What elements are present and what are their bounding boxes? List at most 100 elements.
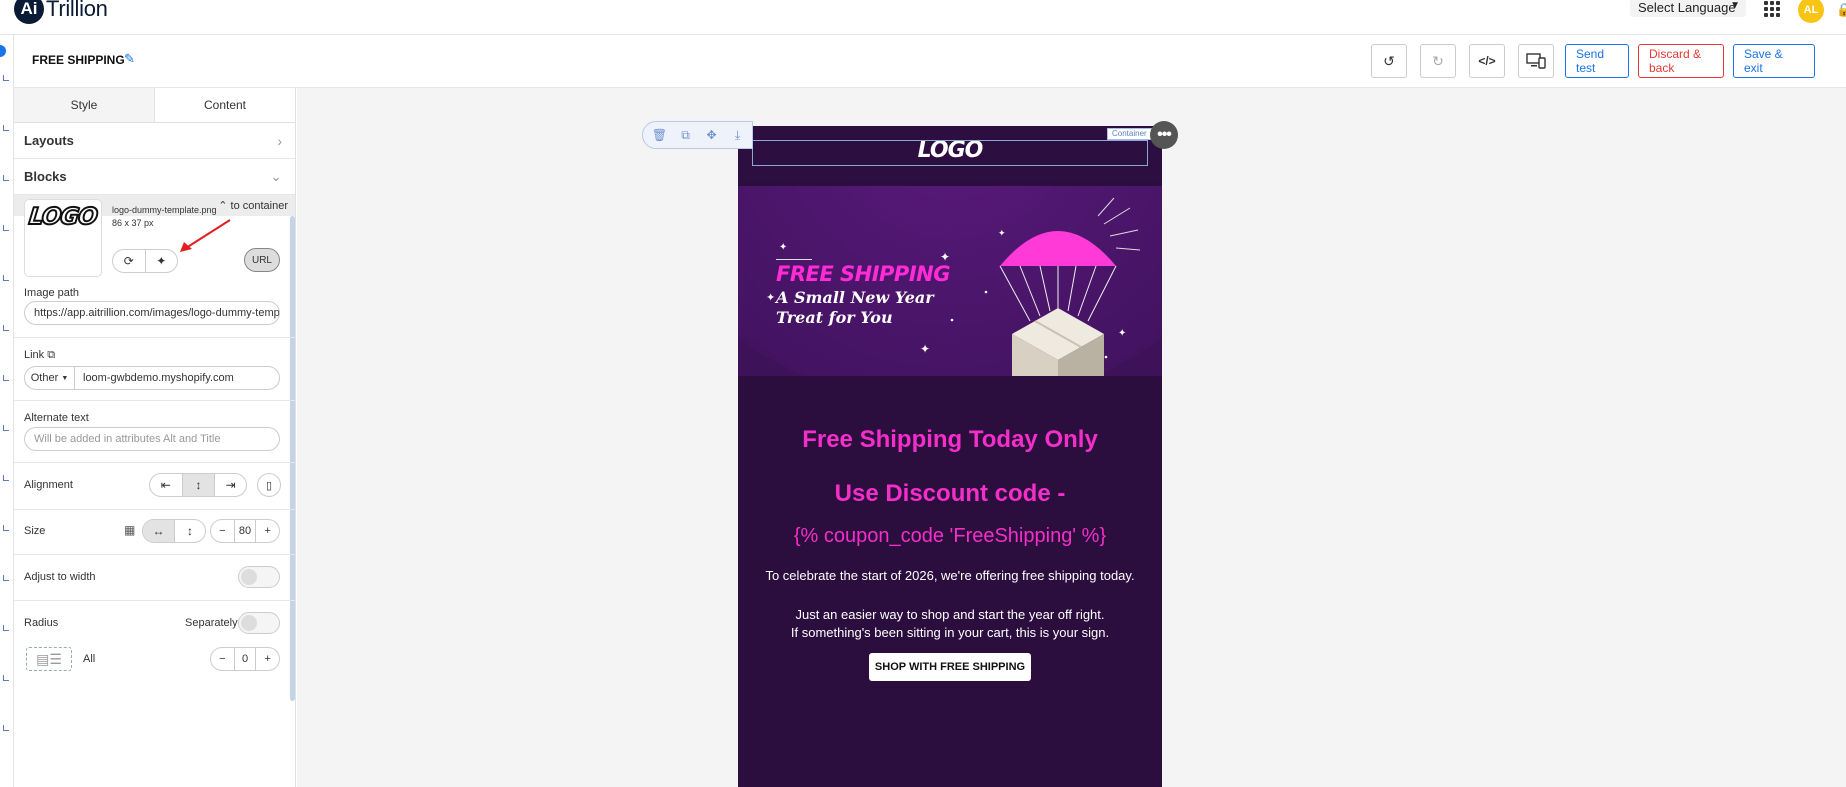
plus-button[interactable]: +: [256, 520, 279, 542]
caret-down-icon: ▼: [61, 374, 69, 382]
svg-text:✦: ✦: [998, 229, 1006, 239]
container-tag[interactable]: Container: [1107, 128, 1152, 140]
nav-icon[interactable]: [3, 475, 9, 481]
link-type-select[interactable]: Other ▼: [25, 367, 75, 389]
svg-text:✦: ✦: [779, 242, 787, 253]
save-exit-button[interactable]: Save & exit: [1733, 44, 1815, 78]
file-dimensions: 86 x 37 px: [112, 218, 154, 228]
coupon-code[interactable]: {% coupon_code 'FreeShipping' %}: [738, 525, 1162, 548]
copy-icon[interactable]: ⧉: [47, 349, 55, 361]
download-icon[interactable]: ⤓: [729, 127, 746, 144]
url-button[interactable]: URL: [244, 248, 280, 272]
blocks-section[interactable]: Blocks ⌄: [14, 159, 295, 195]
nav-icon[interactable]: [3, 575, 9, 581]
align-right-icon[interactable]: ⇥: [214, 474, 246, 496]
size-label: Size: [24, 525, 46, 537]
align-center-icon[interactable]: ↕: [181, 474, 215, 496]
separately-toggle[interactable]: [238, 612, 280, 634]
file-name: logo-dummy-template.png: [112, 205, 217, 215]
block-toolbar: 🗑 ⧉ ✥ ⤓: [642, 121, 753, 149]
page-title: FREE SHIPPING: [32, 53, 125, 67]
radius-label: Radius: [24, 617, 59, 629]
tab-content[interactable]: Content: [155, 88, 295, 122]
email-headline[interactable]: Free Shipping Today Only: [738, 426, 1162, 454]
language-select[interactable]: Select Language ▼: [1630, 0, 1746, 17]
avatar[interactable]: AL: [1798, 0, 1824, 23]
pencil-icon[interactable]: ✎: [124, 51, 135, 67]
language-select-label: Select Language: [1638, 0, 1736, 15]
link-label-text: Link: [24, 349, 45, 361]
nav-icon[interactable]: [3, 725, 9, 731]
duplicate-icon[interactable]: ⧉: [677, 127, 694, 144]
top-bar: Ai Trillion Select Language ▼ AL 🔒: [0, 0, 1846, 35]
separately-label: Separately: [185, 617, 238, 629]
scrollbar[interactable]: [290, 216, 295, 701]
image-thumbnail[interactable]: LOGO: [24, 199, 102, 277]
redo-button[interactable]: ↻: [1420, 44, 1456, 78]
trash-icon[interactable]: 🗑: [651, 127, 668, 144]
more-options-icon[interactable]: •••: [1150, 121, 1178, 149]
email-body-text[interactable]: Just an easier way to shop and start the…: [738, 607, 1162, 622]
image-path-input[interactable]: https://app.aitrillion.com/images/logo-d…: [24, 301, 280, 325]
discard-back-button[interactable]: Discard & back: [1638, 44, 1724, 78]
adjust-width-toggle[interactable]: [238, 566, 280, 588]
nav-active-dot[interactable]: [0, 45, 6, 57]
tab-style[interactable]: Style: [14, 88, 155, 122]
email-header-row[interactable]: LOGO Container: [738, 126, 1162, 182]
link-url-input[interactable]: loom-gwbdemo.myshopify.com: [75, 367, 279, 389]
height-arrows-icon[interactable]: ↕: [174, 520, 205, 542]
svg-text:✦: ✦: [766, 291, 775, 304]
email-body-text[interactable]: To celebrate the start of 2026, we're of…: [738, 568, 1162, 583]
nav-icon[interactable]: [3, 625, 9, 631]
shop-cta-button[interactable]: SHOP WITH FREE SHIPPING: [869, 653, 1031, 681]
minus-button[interactable]: −: [211, 648, 234, 670]
size-mode-group: ↔ ↕: [142, 519, 206, 543]
nav-icon[interactable]: [3, 225, 9, 231]
undo-button[interactable]: ↺: [1371, 44, 1407, 78]
alt-text-input[interactable]: Will be added in attributes Alt and Titl…: [24, 427, 280, 451]
nav-icon[interactable]: [3, 125, 9, 131]
nav-icon[interactable]: [3, 175, 9, 181]
nav-icon[interactable]: [3, 275, 9, 281]
hero-banner[interactable]: FREE SHIPPING A Small New Year Treat for…: [738, 186, 1162, 418]
replace-image-icon[interactable]: ⟳: [113, 250, 145, 272]
divider: [14, 600, 295, 601]
radius-value[interactable]: 0: [233, 648, 257, 670]
magic-wand-icon[interactable]: ✦: [144, 250, 178, 272]
mobile-icon[interactable]: ▯: [257, 473, 281, 497]
adjust-width-label: Adjust to width: [24, 571, 96, 583]
apps-grid-icon[interactable]: [1764, 1, 1780, 17]
move-icon[interactable]: ✥: [703, 127, 720, 144]
code-view-button[interactable]: </>: [1469, 44, 1505, 78]
nav-icon[interactable]: [3, 675, 9, 681]
size-value[interactable]: 80: [233, 520, 257, 542]
send-test-button[interactable]: Send test: [1565, 44, 1629, 78]
notification-icon[interactable]: 🔒: [1836, 2, 1846, 18]
svg-text:✦: ✦: [1118, 328, 1126, 339]
device-preview-button[interactable]: [1518, 44, 1554, 78]
plus-button[interactable]: +: [256, 648, 279, 670]
divider: [14, 509, 295, 510]
email-body-text[interactable]: If something's been sitting in your cart…: [738, 625, 1162, 640]
nav-icon[interactable]: [3, 525, 9, 531]
discount-line[interactable]: Use Discount code -: [738, 480, 1162, 508]
app-logo[interactable]: Ai Trillion: [14, 0, 108, 24]
chevron-down-icon: ⌄: [270, 168, 282, 184]
nav-icon[interactable]: [3, 325, 9, 331]
to-container-link[interactable]: ⌃ to container: [218, 199, 288, 212]
auto-size-icon[interactable]: ▦: [124, 523, 135, 537]
nav-icon[interactable]: [3, 75, 9, 81]
nav-icon[interactable]: [3, 425, 9, 431]
image-path-label: Image path: [24, 287, 80, 299]
nav-icon[interactable]: [3, 375, 9, 381]
email-canvas: LOGO Container FREE SHIPPING A Small New…: [297, 88, 1846, 787]
logo-mark: Ai: [14, 0, 44, 24]
layouts-section[interactable]: Layouts ›: [14, 123, 295, 159]
align-left-icon[interactable]: ⇤: [150, 474, 182, 496]
alt-text-label: Alternate text: [24, 412, 89, 424]
svg-text:✦: ✦: [940, 250, 950, 264]
width-arrows-icon[interactable]: ↔: [143, 520, 174, 542]
minus-button[interactable]: −: [211, 520, 234, 542]
layouts-label: Layouts: [24, 133, 74, 148]
logo-name: Trillion: [46, 0, 108, 21]
